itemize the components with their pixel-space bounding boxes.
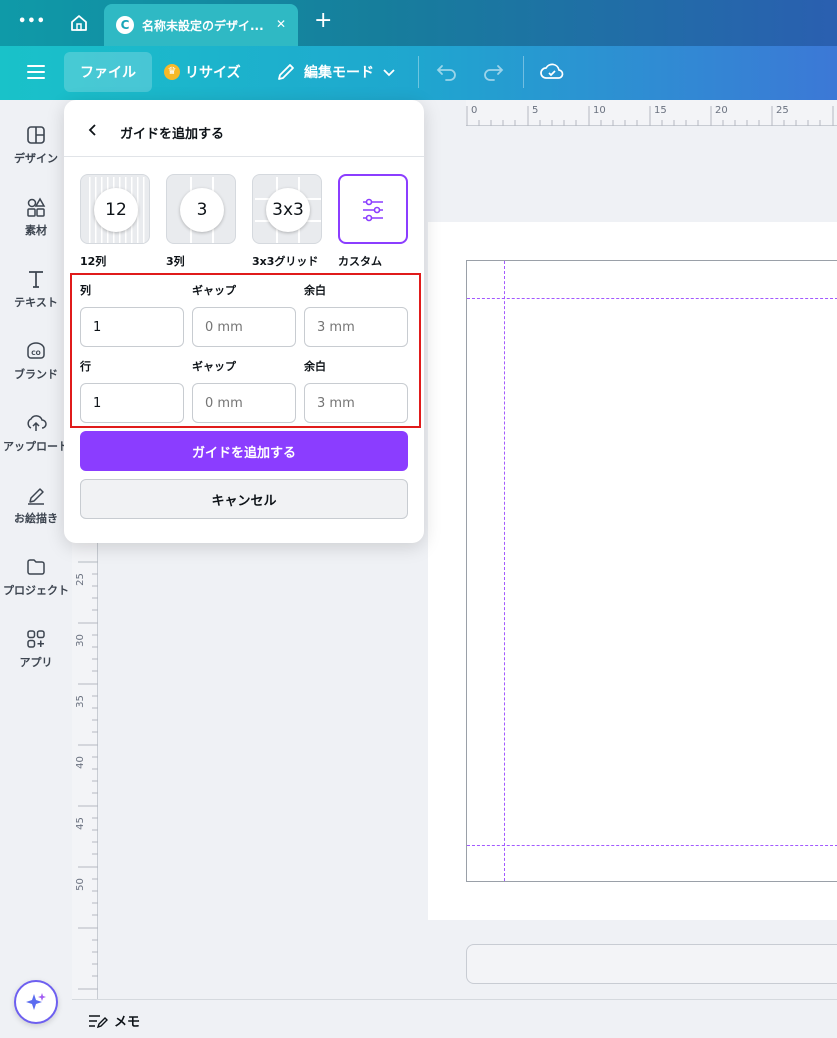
ruler-label: 0 (471, 105, 478, 116)
sidebar-item-projects[interactable]: プロジェクト (0, 556, 72, 598)
sidebar-item-design[interactable]: デザイン (0, 124, 72, 166)
canva-logo-icon: C (116, 16, 134, 34)
edit-mode-label: 編集モード (304, 65, 374, 81)
page-bleed-frame (466, 260, 837, 882)
undo-icon[interactable] (436, 62, 458, 86)
horizontal-ruler: 0 5 10 15 20 25 (466, 100, 837, 126)
active-tab[interactable]: C 名称未設定のデザイ... ✕ (104, 4, 298, 46)
svg-text:CO: CO (31, 350, 41, 357)
ruler-label: 30 (74, 634, 86, 647)
design-icon (27, 126, 45, 144)
sparkle-icon (26, 993, 46, 1010)
sidebar-item-label: プロジェクト (3, 584, 69, 597)
ruler-label: 5 (532, 105, 539, 116)
preset-badge: 3x3 (266, 188, 310, 232)
preset-3-columns[interactable]: 3 (166, 174, 236, 244)
cancel-button[interactable]: キャンセル (80, 479, 408, 519)
magic-assistant-button[interactable] (14, 980, 58, 1024)
back-arrow-icon[interactable] (86, 122, 100, 142)
preset-label: 3列 (166, 255, 185, 268)
toolbar-divider (418, 56, 419, 88)
cloud-saved-icon[interactable] (540, 61, 564, 87)
preset-label: 12列 (80, 255, 107, 268)
sidebar-item-label: ブランド (14, 368, 58, 381)
ruler-label: 25 (74, 573, 86, 586)
hamburger-menu-icon[interactable] (26, 63, 46, 85)
chevron-down-icon (383, 69, 395, 77)
sliders-icon (363, 198, 383, 222)
ruler-label: 40 (74, 756, 86, 769)
ruler-label: 20 (715, 105, 728, 116)
notes-button[interactable]: メモ (88, 1011, 140, 1030)
ruler-label: 45 (74, 817, 86, 830)
sidebar-item-draw[interactable]: お絵描き (0, 484, 72, 526)
sidebar-item-label: お絵描き (14, 512, 58, 525)
sidebar-item-brand[interactable]: CO ブランド (0, 340, 72, 382)
home-icon[interactable] (68, 12, 90, 38)
ruler-label: 10 (593, 105, 606, 116)
edit-mode-dropdown[interactable]: 編集モード (276, 62, 396, 82)
brand-icon: CO (27, 342, 45, 359)
ruler-label: 35 (74, 695, 86, 708)
draw-icon (28, 488, 44, 505)
preset-badge: 12 (94, 188, 138, 232)
left-sidebar: デザイン 素材 テキスト CO ブランド アップロード お絵描き プロジェクト … (0, 100, 72, 1038)
browser-tab-bar: ••• C 名称未設定のデザイ... ✕ + (0, 0, 837, 46)
toolbar-divider (523, 56, 524, 88)
sidebar-item-apps[interactable]: アプリ (0, 628, 72, 670)
add-guides-label: ガイドを追加する (191, 445, 296, 461)
cancel-label: キャンセル (211, 493, 277, 509)
highlight-frame (70, 273, 421, 428)
notes-input-area[interactable] (466, 944, 837, 984)
guide-line-vertical (504, 261, 505, 881)
preset-badge: 3 (180, 188, 224, 232)
editor-toolbar: ファイル ♛ リサイズ 編集モード (0, 46, 837, 100)
resize-button[interactable]: ♛ リサイズ (164, 62, 241, 82)
vertical-ruler: 25 30 35 40 45 50 (72, 540, 98, 1000)
panel-divider (64, 156, 424, 157)
more-menu-button[interactable]: ••• (18, 14, 46, 29)
ruler-label: 50 (74, 878, 86, 891)
panel-title: ガイドを追加する (120, 127, 225, 142)
upload-icon (27, 415, 47, 431)
ruler-ticks (78, 561, 98, 990)
sidebar-item-label: 素材 (25, 224, 47, 237)
tab-close-icon[interactable]: ✕ (276, 17, 286, 31)
ruler-label: 25 (776, 105, 789, 116)
resize-label: リサイズ (185, 65, 241, 81)
preset-custom[interactable] (338, 174, 408, 244)
file-menu-label: ファイル (80, 65, 136, 81)
sidebar-item-elements[interactable]: 素材 (0, 196, 72, 238)
add-guides-button[interactable]: ガイドを追加する (80, 431, 408, 471)
ruler-label: 15 (654, 105, 667, 116)
elements-icon (27, 197, 46, 217)
new-tab-button[interactable]: + (314, 8, 332, 33)
text-icon (29, 271, 43, 288)
file-menu-button[interactable]: ファイル (64, 52, 152, 92)
folder-icon (27, 559, 45, 575)
preset-3x3-grid[interactable]: 3x3 (252, 174, 322, 244)
sidebar-item-label: デザイン (14, 152, 58, 165)
sidebar-item-upload[interactable]: アップロード (0, 412, 72, 454)
sidebar-item-label: アップロード (3, 440, 69, 453)
preset-12-columns[interactable]: 12 (80, 174, 150, 244)
preset-label: カスタム (338, 255, 382, 268)
redo-icon[interactable] (482, 62, 504, 86)
crown-icon: ♛ (164, 64, 180, 80)
notes-icon (89, 1014, 108, 1028)
guide-line-horizontal (467, 298, 837, 299)
preset-label: 3x3グリッド (252, 255, 319, 268)
bottom-bar: メモ (72, 999, 837, 1038)
guide-line-horizontal (467, 845, 837, 846)
sidebar-item-label: アプリ (19, 656, 53, 669)
sidebar-item-text[interactable]: テキスト (0, 268, 72, 310)
pencil-icon (278, 64, 294, 80)
notes-label: メモ (114, 1015, 141, 1030)
sidebar-item-label: テキスト (14, 296, 58, 309)
apps-icon (27, 630, 45, 648)
tab-title: 名称未設定のデザイ... (142, 19, 264, 33)
